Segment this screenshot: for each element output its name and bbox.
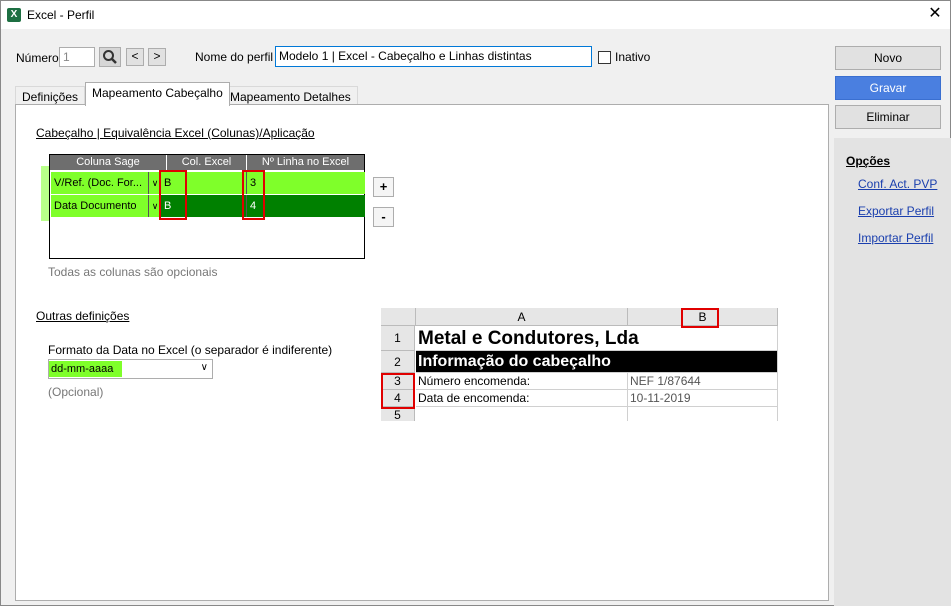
highlight-col-excel-box [159,170,187,220]
tab-mapeamento-detalhes[interactable]: Mapeamento Detalhes [223,86,358,106]
novo-button[interactable]: Novo [835,46,941,70]
highlight-column-b-box [681,308,719,328]
date-format-select[interactable]: dd-mm-aaaa ∨ [48,359,213,379]
optional-label: (Opcional) [48,385,104,399]
row-number: 1 [381,326,415,351]
nome-perfil-label: Nome do perfil [195,50,274,64]
title-bar: X Excel - Perfil ✕ [1,1,950,29]
search-icon [103,50,117,64]
column-header-col-excel: Col. Excel [167,155,247,170]
add-row-button[interactable]: + [373,177,394,197]
column-header-sage: Coluna Sage [50,155,167,170]
conf-act-pvp-link[interactable]: Conf. Act. PVP [858,177,937,191]
row-number: 2 [381,351,415,373]
column-header-a: A [416,308,628,326]
table-row[interactable]: Data Documento ∨ B 4 [51,195,365,217]
other-settings-title: Outras definições [36,309,130,323]
date-format-label: Formato da Data no Excel (o separador é … [48,343,333,357]
tab-definicoes[interactable]: Definições [15,86,86,106]
window-title: Excel - Perfil [27,8,95,22]
sage-column-cell[interactable]: V/Ref. (Doc. For... [51,172,149,194]
gravar-button[interactable]: Gravar [835,76,941,100]
mapping-section-title: Cabeçalho | Equivalência Excel (Colunas)… [36,126,315,140]
inativo-checkbox[interactable] [598,51,611,64]
mapping-grid: Coluna Sage Col. Excel Nº Linha no Excel… [49,154,365,259]
chevron-down-icon: ∨ [200,362,208,373]
empty-cell [416,407,628,421]
sage-column-cell[interactable]: Data Documento [51,195,149,217]
importar-perfil-link[interactable]: Importar Perfil [858,231,933,245]
exportar-perfil-link[interactable]: Exportar Perfil [858,204,934,218]
highlight-line-box [242,170,265,220]
excel-profile-window: X Excel - Perfil ✕ Número 1 < > Nome do … [0,0,951,606]
order-number-value-cell: NEF 1/87644 [628,373,778,390]
previous-button[interactable]: < [126,48,144,66]
excel-icon: X [7,8,21,22]
row-number: 5 [381,407,415,421]
order-number-label-cell: Número encomenda: [416,373,628,390]
options-title: Opções [846,154,891,168]
column-header-line-excel: Nº Linha no Excel [247,155,364,170]
inativo-label: Inativo [615,50,651,64]
empty-cell [628,407,778,421]
table-row[interactable]: V/Ref. (Doc. For... ∨ B 3 [51,172,365,194]
optional-columns-note: Todas as colunas são opcionais [48,265,218,279]
next-button[interactable]: > [148,48,166,66]
numero-field[interactable]: 1 [59,47,95,67]
order-date-label-cell: Data de encomenda: [416,390,628,407]
tab-mapeamento-cabecalho[interactable]: Mapeamento Cabeçalho [85,82,230,106]
order-date-value-cell: 10-11-2019 [628,390,778,407]
date-format-value: dd-mm-aaaa [49,361,123,377]
numero-label: Número [16,51,59,65]
options-panel: Opções Conf. Act. PVP Exportar Perfil Im… [834,138,951,606]
header-info-cell: Informação do cabeçalho [416,351,778,373]
close-button[interactable]: ✕ [924,4,946,26]
highlight-rows-3-4-box [381,373,415,409]
company-name-cell: Metal e Condutores, Lda [416,326,778,351]
corner-cell [381,308,416,326]
eliminar-button[interactable]: Eliminar [835,105,941,129]
search-button[interactable] [99,47,121,67]
remove-row-button[interactable]: - [373,207,394,227]
profile-name-input[interactable]: Modelo 1 | Excel - Cabeçalho e Linhas di… [275,46,592,67]
